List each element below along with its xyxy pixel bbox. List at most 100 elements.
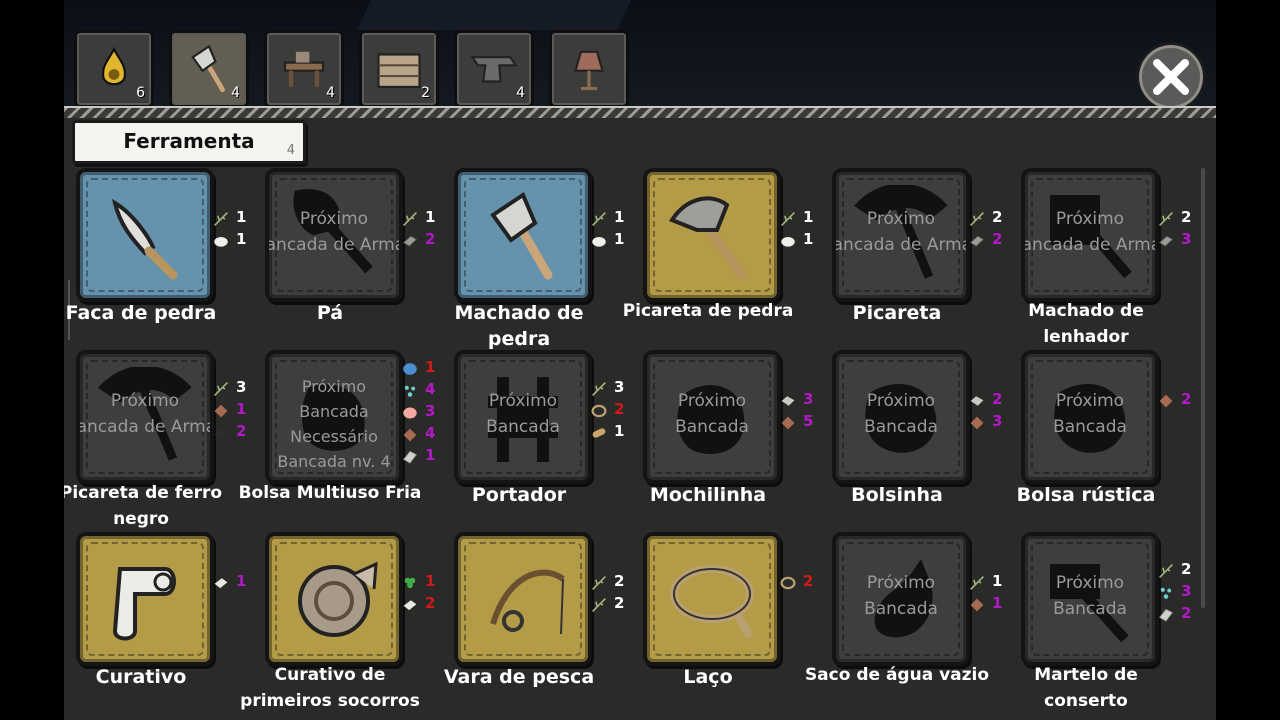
- lock-line: Próximo: [488, 391, 558, 411]
- recipe-item[interactable]: 1 1 Picareta de pedra: [623, 168, 819, 350]
- recipe-item[interactable]: 1 Curativo: [64, 532, 252, 714]
- recipe-item[interactable]: Próximo Bancada de Armas 1 2 Pá: [253, 168, 441, 350]
- recipe-item[interactable]: 1 1 Faca de pedra: [64, 168, 252, 350]
- category-tab-oil-lamp[interactable]: 6: [74, 30, 154, 108]
- category-tab-armor-stand[interactable]: [549, 30, 629, 108]
- requirement-qty: 1: [236, 572, 247, 590]
- lock-text: Próximo Bancada: [836, 388, 966, 440]
- recipe-card[interactable]: Próximo Bancada: [454, 350, 592, 484]
- recipe-card[interactable]: Próximo Bancada: [643, 350, 781, 484]
- recipe-card[interactable]: Próximo Bancada: [1021, 532, 1159, 666]
- lock-line: Próximo: [301, 377, 367, 396]
- recipe-card[interactable]: Próximo Bancada de Armas: [832, 168, 970, 302]
- requirement-qty: 1: [236, 230, 247, 248]
- item-name: Laço: [683, 666, 733, 688]
- requirement-qty: 5: [803, 412, 814, 430]
- category-tab-workbench[interactable]: 4: [264, 30, 344, 108]
- workbench-icon: [284, 51, 324, 87]
- recipe-card[interactable]: Próximo Bancada Necessário Bancada nv. 4: [265, 350, 403, 484]
- requirement: 2: [212, 422, 256, 444]
- recipe-item[interactable]: Próximo Bancada 2 3 2 Martelo de conserto: [1009, 532, 1197, 714]
- fishing-rod-icon: [490, 569, 565, 635]
- recipe-item[interactable]: 1 1 Machado de pedra: [442, 168, 630, 350]
- requirements: 3 1 2: [212, 378, 256, 444]
- blue-gem-icon: [403, 363, 417, 375]
- category-tab-anvil[interactable]: 4: [454, 30, 534, 108]
- recipe-item[interactable]: Próximo Bancada 2 Bolsa rústica: [1009, 350, 1197, 532]
- stone-icon: [781, 237, 795, 247]
- requirement: 2: [401, 230, 445, 252]
- recipe-card[interactable]: [76, 532, 214, 666]
- recipe-card[interactable]: [265, 532, 403, 666]
- requirement-qty: 2: [992, 230, 1003, 248]
- cloth-icon: [214, 578, 228, 589]
- recipe-item[interactable]: Próximo Bancada 1 1 Saco de água vazio: [805, 532, 1008, 714]
- recipe-item[interactable]: Próximo Bancada de Armas 3 1 2 Picareta de fe…: [64, 350, 252, 532]
- requirement: 1: [401, 572, 445, 594]
- requirement-qty: 2: [803, 572, 814, 590]
- requirement-qty: 1: [236, 208, 247, 226]
- scrollbar[interactable]: [1201, 168, 1205, 608]
- recipe-card[interactable]: Próximo Bancada: [832, 350, 970, 484]
- armor-stand-icon: [574, 50, 604, 91]
- recipe-item[interactable]: Próximo Bancada de Armas 2 3 Machado de lenh…: [1009, 168, 1197, 350]
- recipe-item[interactable]: Próximo Bancada Necessário Bancada nv. 4 1 4 3…: [239, 350, 441, 532]
- lock-line: Próximo: [110, 391, 180, 411]
- twig-icon: [214, 212, 228, 226]
- recipe-card[interactable]: [643, 168, 781, 302]
- anvil-icon: [470, 56, 518, 83]
- item-name: Machado de pedra: [454, 302, 584, 350]
- iron-ingot-icon: [1158, 235, 1174, 247]
- lock-line: Bancada: [1053, 417, 1127, 437]
- requirement: 3: [401, 402, 445, 424]
- recipe-card[interactable]: Próximo Bancada: [832, 532, 970, 666]
- requirement-qty: 3: [992, 412, 1003, 430]
- recipe-card[interactable]: [454, 168, 592, 302]
- requirement-qty: 1: [803, 208, 814, 226]
- section-tab-ferramenta[interactable]: Ferramenta 4: [72, 120, 306, 164]
- requirement: 2: [779, 572, 823, 594]
- lock-line: Bancada de Armas: [1021, 235, 1155, 255]
- twig-icon: [592, 598, 606, 612]
- recipe-item[interactable]: Próximo Bancada de Armas 2 2 Picareta: [820, 168, 1008, 350]
- requirement-qty: 3: [236, 378, 247, 396]
- category-tab-stone-axe[interactable]: 4: [169, 30, 249, 108]
- requirement-qty: 1: [425, 572, 436, 590]
- lock-text: Próximo Bancada: [1025, 570, 1155, 622]
- recipe-card[interactable]: Próximo Bancada: [1021, 350, 1159, 484]
- recipe-card[interactable]: Próximo Bancada de Armas: [76, 350, 214, 484]
- requirement: 1: [401, 446, 445, 468]
- wooden-crate-icon: [377, 53, 421, 88]
- leather-icon: [403, 428, 417, 442]
- lock-line: Bancada nv. 4: [277, 452, 391, 471]
- recipe-item[interactable]: Próximo Bancada 3 2 1 Portador: [442, 350, 630, 532]
- stone-pickaxe-icon: [668, 196, 747, 280]
- recipe-item[interactable]: 2 Laço: [631, 532, 819, 714]
- lock-line: Próximo: [866, 209, 936, 229]
- requirement-qty: 4: [425, 380, 436, 398]
- steel-ingot-icon: [402, 450, 418, 464]
- tab-count: 4: [516, 85, 525, 101]
- stone-icon: [214, 237, 228, 247]
- recipe-card[interactable]: Próximo Bancada de Armas: [265, 168, 403, 302]
- close-button[interactable]: [1136, 42, 1206, 112]
- requirement-qty: 1: [992, 594, 1003, 612]
- item-name: Picareta de ferro negro: [64, 483, 223, 529]
- rope-icon: [591, 404, 607, 418]
- crystal-shards-icon: [404, 385, 416, 397]
- item-name: Picareta de pedra: [622, 301, 794, 321]
- recipe-card[interactable]: [643, 532, 781, 666]
- category-tab-wooden-crate[interactable]: 2: [359, 30, 439, 108]
- lock-line: Bancada: [675, 417, 749, 437]
- recipe-card[interactable]: [76, 168, 214, 302]
- recipe-item[interactable]: Próximo Bancada 3 5 Mochilinha: [631, 350, 819, 532]
- requirement: 1: [968, 572, 1012, 594]
- requirement-qty: 3: [1181, 230, 1192, 248]
- recipe-item[interactable]: 2 2 Vara de pesca: [442, 532, 630, 714]
- recipe-item[interactable]: Próximo Bancada 2 3 Bolsinha: [820, 350, 1008, 532]
- recipe-card[interactable]: Próximo Bancada de Armas: [1021, 168, 1159, 302]
- lock-text: Próximo Bancada de Armas: [836, 206, 966, 258]
- recipe-card[interactable]: [454, 532, 592, 666]
- recipe-item[interactable]: 1 2 Curativo de primeiros socorros: [240, 532, 441, 714]
- requirement: 2: [1157, 390, 1201, 412]
